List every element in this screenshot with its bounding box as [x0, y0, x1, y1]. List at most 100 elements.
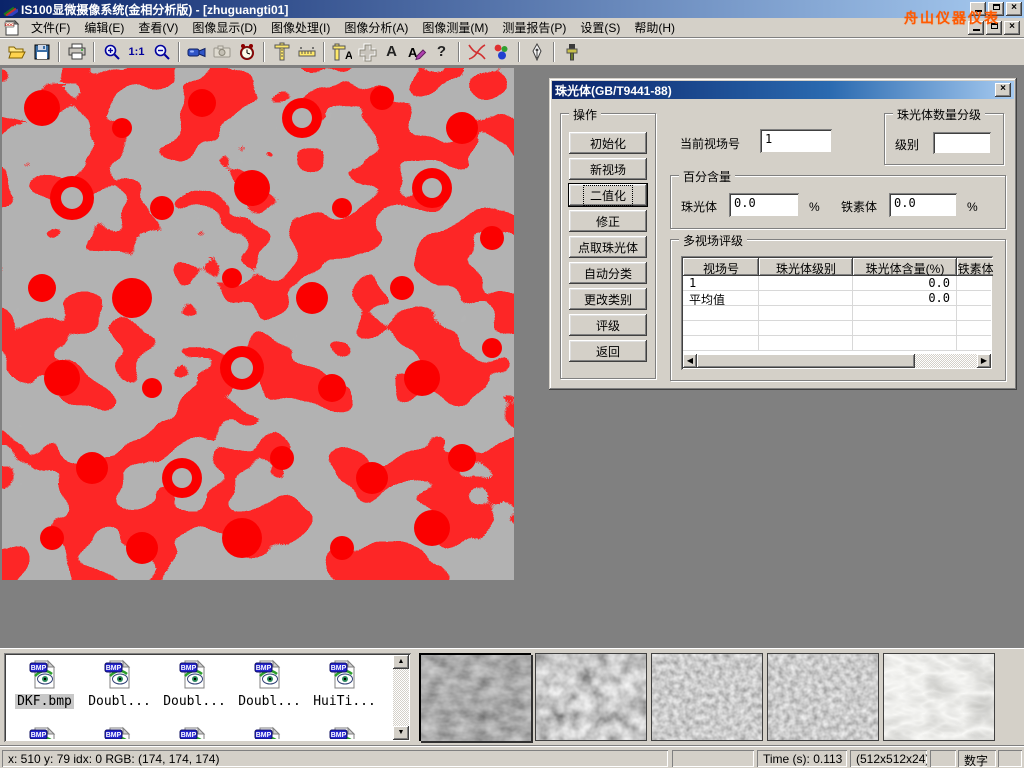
scroll-right-button[interactable]: ▶ [977, 354, 991, 368]
percent-group: 百分含量 珠光体 0.0 % 铁素体 0.0 % [670, 175, 1006, 229]
video-capture-button[interactable] [184, 40, 209, 64]
grade-input[interactable] [933, 132, 991, 154]
menu-image-analysis[interactable]: 图像分析(A) [337, 17, 415, 38]
thumbnail-2[interactable] [535, 653, 647, 741]
text-annotate-button[interactable]: A [379, 40, 404, 64]
file-item[interactable]: HuiTi... [307, 656, 382, 709]
mdi-workspace: 珠光体(GB/T9441-88) × 操作 初始化 新视场 二值化 修正 点取珠… [0, 66, 1024, 648]
file-item[interactable] [7, 723, 82, 739]
file-item[interactable]: Doubl... [157, 656, 232, 709]
change-class-button[interactable]: 更改类别 [569, 288, 647, 310]
menu-settings[interactable]: 设置(S) [573, 17, 627, 38]
file-item[interactable]: Doubl... [232, 656, 307, 709]
auto-classify-button[interactable]: 自动分类 [569, 262, 647, 284]
caliper-text-icon: A [332, 42, 352, 62]
ferrite-percent-unit: % [967, 200, 978, 214]
grid-button[interactable] [354, 40, 379, 64]
help-button[interactable]: ? [429, 40, 454, 64]
thumbnail-4[interactable] [767, 653, 879, 741]
zoom-in-button[interactable] [99, 40, 124, 64]
caliper-measure-button[interactable] [269, 40, 294, 64]
bmp-file-icon [28, 725, 62, 739]
init-button[interactable]: 初始化 [569, 132, 647, 154]
ferrite-percent-input[interactable]: 0.0 [889, 193, 957, 217]
text-icon: A [386, 43, 397, 60]
menu-help[interactable]: 帮助(H) [627, 17, 682, 38]
classify-button[interactable] [489, 40, 514, 64]
correct-button[interactable]: 修正 [569, 210, 647, 232]
scroll-up-button[interactable]: ▲ [393, 655, 409, 669]
app-titlebar: IS100显微摄像系统(金相分析版) - [zhuguangti01] 舟山仪器… [0, 0, 1024, 18]
binarize-button[interactable]: 二值化 [569, 184, 647, 206]
thumbnail-5[interactable] [883, 653, 995, 741]
menu-image-measure[interactable]: 图像测量(M) [415, 17, 495, 38]
grid-cross-icon [357, 42, 377, 62]
help-icon: ? [437, 43, 446, 60]
bmp-file-icon [103, 725, 137, 739]
file-list[interactable]: DKF.bmp Doubl... Doubl... Doubl... HuiTi… [4, 653, 411, 742]
status-panel-empty [998, 750, 1022, 767]
file-item[interactable] [307, 723, 382, 739]
measure-text-button[interactable]: A [329, 40, 354, 64]
file-list-row: DKF.bmp Doubl... Doubl... Doubl... HuiTi… [7, 656, 392, 709]
svg-text:DOC: DOC [5, 22, 14, 27]
file-item[interactable]: DKF.bmp [7, 656, 82, 709]
zoom-out-button[interactable] [149, 40, 174, 64]
file-name: DKF.bmp [15, 694, 74, 709]
scroll-left-button[interactable]: ◀ [683, 354, 697, 368]
col-field-number: 视场号 [683, 258, 759, 276]
toolbar-separator [178, 42, 180, 62]
brush-tool-button[interactable] [559, 40, 584, 64]
menu-view[interactable]: 查看(V) [131, 17, 185, 38]
menu-measure-report[interactable]: 测量报告(P) [495, 17, 573, 38]
file-list-row-clipped [7, 723, 392, 739]
toolbar-separator [323, 42, 325, 62]
snapshot-button[interactable] [209, 40, 234, 64]
pick-pearlite-button[interactable]: 点取珠光体 [569, 236, 647, 258]
scrollbar-thumb[interactable] [697, 354, 915, 368]
return-button[interactable]: 返回 [569, 340, 647, 362]
file-item[interactable]: Doubl... [82, 656, 157, 709]
pen-tool-button[interactable] [524, 40, 549, 64]
file-item[interactable] [157, 723, 232, 739]
file-list-scrollbar[interactable]: ▲ ▼ [393, 655, 409, 740]
save-button[interactable] [29, 40, 54, 64]
actual-size-button[interactable]: 1:1 [124, 40, 149, 64]
menu-image-display[interactable]: 图像显示(D) [185, 17, 264, 38]
rating-table[interactable]: 视场号 珠光体级别 珠光体含量(%) 铁素体含量(%) 1 0.0 平均值 [681, 256, 993, 370]
open-button[interactable] [4, 40, 29, 64]
child-close-button[interactable]: × [1004, 21, 1020, 35]
curve-tool-button[interactable] [464, 40, 489, 64]
clock-icon [237, 42, 257, 62]
document-icon: DOC [4, 20, 20, 36]
menu-edit[interactable]: 编辑(E) [77, 17, 131, 38]
table-row[interactable]: 1 0.0 [683, 276, 991, 291]
rate-button[interactable]: 评级 [569, 314, 647, 336]
dialog-close-button[interactable]: × [995, 83, 1011, 97]
dialog-titlebar[interactable]: 珠光体(GB/T9441-88) × [552, 81, 1014, 99]
window-close-button[interactable]: × [1006, 2, 1022, 16]
thumbnail-1[interactable] [419, 653, 531, 741]
timer-button[interactable] [234, 40, 259, 64]
scrollbar-track[interactable] [915, 354, 977, 368]
menu-file[interactable]: 文件(F) [24, 17, 77, 38]
operations-group: 操作 初始化 新视场 二值化 修正 点取珠光体 自动分类 更改类别 评级 返回 [560, 113, 656, 379]
file-item[interactable] [82, 723, 157, 739]
pearlite-percent-label: 珠光体 [681, 198, 717, 215]
current-field-input[interactable]: 1 [760, 129, 832, 153]
text-edit-button[interactable]: A [404, 40, 429, 64]
video-camera-icon [187, 42, 207, 62]
pearlite-percent-input[interactable]: 0.0 [729, 193, 799, 217]
table-row[interactable]: 平均值 0.0 [683, 291, 991, 306]
status-bar: x: 510 y: 79 idx: 0 RGB: (174, 174, 174)… [0, 745, 1024, 768]
file-item[interactable] [232, 723, 307, 739]
ruler-measure-button[interactable] [294, 40, 319, 64]
table-horizontal-scrollbar[interactable]: ◀ ▶ [683, 354, 991, 368]
new-field-button[interactable]: 新视场 [569, 158, 647, 180]
print-button[interactable] [64, 40, 89, 64]
menu-image-process[interactable]: 图像处理(I) [264, 17, 337, 38]
thumbnail-3[interactable] [651, 653, 763, 741]
file-name: HuiTi... [311, 694, 378, 709]
scroll-down-button[interactable]: ▼ [393, 726, 409, 740]
metallographic-image[interactable] [2, 68, 514, 580]
